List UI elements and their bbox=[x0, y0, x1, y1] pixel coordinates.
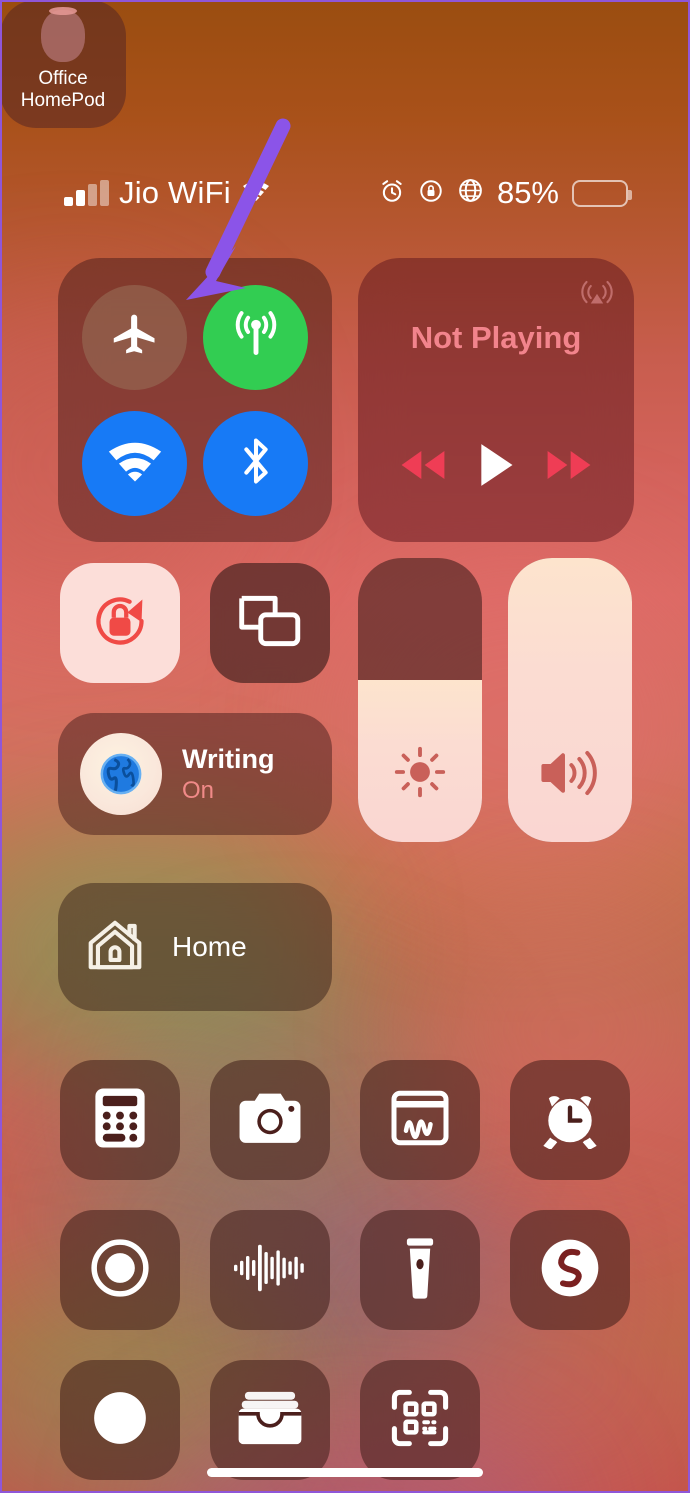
home-label: Home bbox=[172, 931, 247, 962]
house-icon bbox=[84, 914, 146, 981]
notes-scribble-icon bbox=[390, 1089, 450, 1152]
shazam-icon bbox=[536, 1234, 604, 1307]
waveform-icon bbox=[232, 1238, 308, 1303]
speaker-waves-icon bbox=[534, 745, 606, 806]
bluetooth-toggle[interactable] bbox=[203, 410, 308, 516]
screen-mirroring-icon bbox=[234, 590, 306, 657]
status-bar-right: 85% bbox=[379, 175, 632, 211]
calculator-button[interactable] bbox=[60, 1060, 180, 1180]
alarm-clock-icon bbox=[539, 1087, 601, 1154]
cellular-data-toggle[interactable] bbox=[203, 284, 308, 390]
rewind-icon[interactable] bbox=[395, 445, 451, 490]
screen-record-button[interactable] bbox=[60, 1210, 180, 1330]
status-bar-left: Jio WiFi bbox=[64, 175, 271, 211]
media-controls bbox=[358, 441, 634, 494]
camera-button[interactable] bbox=[210, 1060, 330, 1180]
screen-mirroring-button[interactable] bbox=[210, 563, 330, 683]
qr-code-icon bbox=[388, 1386, 452, 1455]
homepod-label: Office HomePod bbox=[20, 68, 106, 111]
play-icon[interactable] bbox=[474, 441, 518, 494]
cellular-antenna-icon bbox=[228, 307, 284, 368]
screen-record-icon bbox=[87, 1235, 153, 1306]
media-title: Not Playing bbox=[410, 320, 582, 355]
camera-icon bbox=[237, 1090, 303, 1151]
alarm-clock-icon bbox=[379, 178, 405, 209]
rotation-lock-button[interactable] bbox=[60, 563, 180, 683]
home-button[interactable]: Home bbox=[58, 883, 332, 1011]
brightness-slider[interactable] bbox=[358, 558, 482, 842]
home-indicator bbox=[207, 1468, 483, 1477]
focus-mode-button[interactable]: Writing On bbox=[58, 713, 332, 835]
dark-mode-icon bbox=[87, 1385, 153, 1456]
dark-mode-button[interactable] bbox=[60, 1360, 180, 1480]
battery-percent-label: 85% bbox=[496, 175, 559, 210]
bluetooth-icon bbox=[231, 434, 281, 493]
flashlight-button[interactable] bbox=[360, 1210, 480, 1330]
airplane-icon bbox=[109, 309, 161, 366]
status-bar: Jio WiFi 85% bbox=[0, 170, 690, 216]
airplane-mode-toggle[interactable] bbox=[82, 284, 187, 390]
focus-mode-state: On bbox=[182, 776, 215, 804]
carrier-label: Jio WiFi bbox=[119, 175, 231, 210]
wifi-icon bbox=[107, 438, 163, 489]
shazam-button[interactable] bbox=[510, 1210, 630, 1330]
rotation-lock-icon bbox=[418, 178, 444, 209]
airplay-icon[interactable] bbox=[580, 276, 614, 315]
homepod-icon bbox=[41, 7, 85, 62]
fast-forward-icon[interactable] bbox=[541, 445, 597, 490]
control-center: Not Playing Writing On Home Office HomeP… bbox=[0, 0, 690, 1493]
alarm-button[interactable] bbox=[510, 1060, 630, 1180]
media-player-module: Not Playing bbox=[358, 258, 634, 542]
wallet-button[interactable] bbox=[210, 1360, 330, 1480]
sun-icon bbox=[391, 743, 449, 806]
cellular-bars-icon bbox=[64, 180, 109, 206]
globe-icon bbox=[457, 177, 484, 209]
voice-memos-button[interactable] bbox=[210, 1210, 330, 1330]
code-scanner-button[interactable] bbox=[360, 1360, 480, 1480]
homepod-accessory-button[interactable]: Office HomePod bbox=[0, 0, 126, 128]
wifi-toggle[interactable] bbox=[82, 410, 187, 516]
volume-slider[interactable] bbox=[508, 558, 632, 842]
focus-mode-text: Writing On bbox=[182, 744, 274, 805]
wifi-icon bbox=[241, 179, 271, 208]
focus-mode-name: Writing bbox=[182, 743, 275, 774]
battery-icon bbox=[572, 179, 632, 207]
flashlight-icon bbox=[403, 1235, 437, 1306]
connectivity-module bbox=[58, 258, 332, 542]
wallet-icon bbox=[236, 1389, 304, 1452]
globe-icon bbox=[80, 733, 162, 815]
rotation-lock-icon bbox=[86, 587, 154, 660]
calculator-icon bbox=[91, 1086, 149, 1155]
notes-button[interactable] bbox=[360, 1060, 480, 1180]
